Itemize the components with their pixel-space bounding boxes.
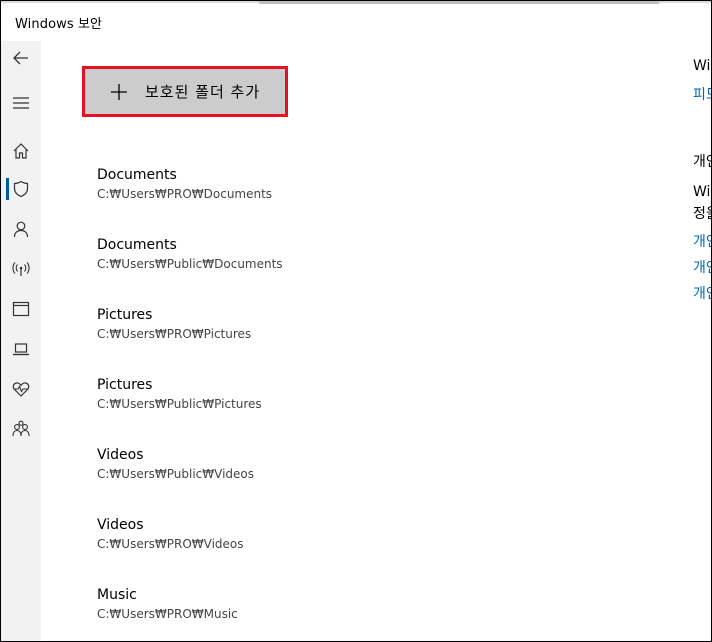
folder-name: Documents xyxy=(97,237,177,253)
folder-item[interactable]: Pictures C:₩Users₩Public₩Pictures xyxy=(97,376,497,412)
privacy-heading: 개인 xyxy=(693,154,711,170)
plus-icon xyxy=(111,83,127,100)
feedback-link[interactable]: 피드 xyxy=(693,84,711,104)
title-bar: Windows 보안 xyxy=(1,1,711,41)
person-icon xyxy=(13,221,29,238)
folder-path: C:₩Users₩PRO₩Videos xyxy=(97,537,244,551)
privacy-link-3[interactable]: 개인 xyxy=(693,283,711,303)
app-window: Windows 보안 보호된 폴더 추가 Documents C:₩Users₩… xyxy=(0,0,712,642)
folder-item[interactable]: Documents C:₩Users₩PRO₩Documents xyxy=(97,166,497,202)
sidebar-item-device-health[interactable] xyxy=(1,371,41,407)
side-panel-heading: Wi xyxy=(693,58,711,74)
folder-path: C:₩Users₩PRO₩Documents xyxy=(97,187,273,201)
browser-window-icon xyxy=(12,301,30,317)
folder-name: Videos xyxy=(97,517,144,533)
folder-name: Pictures xyxy=(97,307,153,323)
laptop-icon xyxy=(13,343,29,356)
hamburger-menu-icon xyxy=(13,97,29,109)
folder-item[interactable]: Music C:₩Users₩PRO₩Music xyxy=(97,586,497,622)
privacy-link-1[interactable]: 개인 xyxy=(693,231,711,251)
wifi-antenna-icon xyxy=(12,262,30,276)
window-title: Windows 보안 xyxy=(15,17,103,32)
sidebar-item-app-browser[interactable] xyxy=(1,291,41,327)
folder-item[interactable]: Videos C:₩Users₩Public₩Videos xyxy=(97,446,497,482)
folder-path: C:₩Users₩PRO₩Music xyxy=(97,607,238,621)
sidebar-item-home[interactable] xyxy=(1,133,41,169)
sidebar-item-family[interactable] xyxy=(1,411,41,447)
title-bar-top-shadow xyxy=(259,1,659,4)
sidebar-nav xyxy=(1,41,41,641)
sidebar-item-firewall[interactable] xyxy=(1,251,41,287)
side-info-panel: Wi 피드 개인 Wi 정을 개인 개인 개인 xyxy=(693,41,711,641)
folder-path: C:₩Users₩Public₩Pictures xyxy=(97,397,262,411)
folder-path: C:₩Users₩PRO₩Pictures xyxy=(97,327,252,341)
privacy-link-2[interactable]: 개인 xyxy=(693,257,711,277)
privacy-text-line1: Wi xyxy=(693,184,711,200)
main-content: 보호된 폴더 추가 Documents C:₩Users₩PRO₩Documen… xyxy=(41,41,681,641)
folder-item[interactable]: Pictures C:₩Users₩PRO₩Pictures xyxy=(97,306,497,342)
folder-name: Documents xyxy=(97,167,177,183)
heart-pulse-icon xyxy=(12,382,30,397)
folder-name: Pictures xyxy=(97,377,153,393)
sidebar-item-virus-protection[interactable] xyxy=(1,171,41,207)
folder-item[interactable]: Documents C:₩Users₩Public₩Documents xyxy=(97,236,497,272)
home-icon xyxy=(13,143,29,159)
folder-name: Music xyxy=(97,587,137,603)
privacy-text-line2: 정을 xyxy=(693,206,711,222)
add-protected-folder-button[interactable]: 보호된 폴더 추가 xyxy=(82,66,288,117)
sidebar-item-device-security[interactable] xyxy=(1,331,41,367)
sidebar-item-account[interactable] xyxy=(1,211,41,247)
folder-name: Videos xyxy=(97,447,144,463)
shield-icon xyxy=(13,180,29,198)
folder-path: C:₩Users₩Public₩Videos xyxy=(97,467,255,481)
folder-path: C:₩Users₩Public₩Documents xyxy=(97,257,283,271)
back-arrow-icon xyxy=(13,51,28,65)
menu-button[interactable] xyxy=(1,85,41,121)
family-icon xyxy=(12,420,30,437)
add-protected-folder-label: 보호된 폴더 추가 xyxy=(145,83,261,101)
back-button[interactable] xyxy=(1,40,41,76)
folder-item[interactable]: Videos C:₩Users₩PRO₩Videos xyxy=(97,516,497,552)
